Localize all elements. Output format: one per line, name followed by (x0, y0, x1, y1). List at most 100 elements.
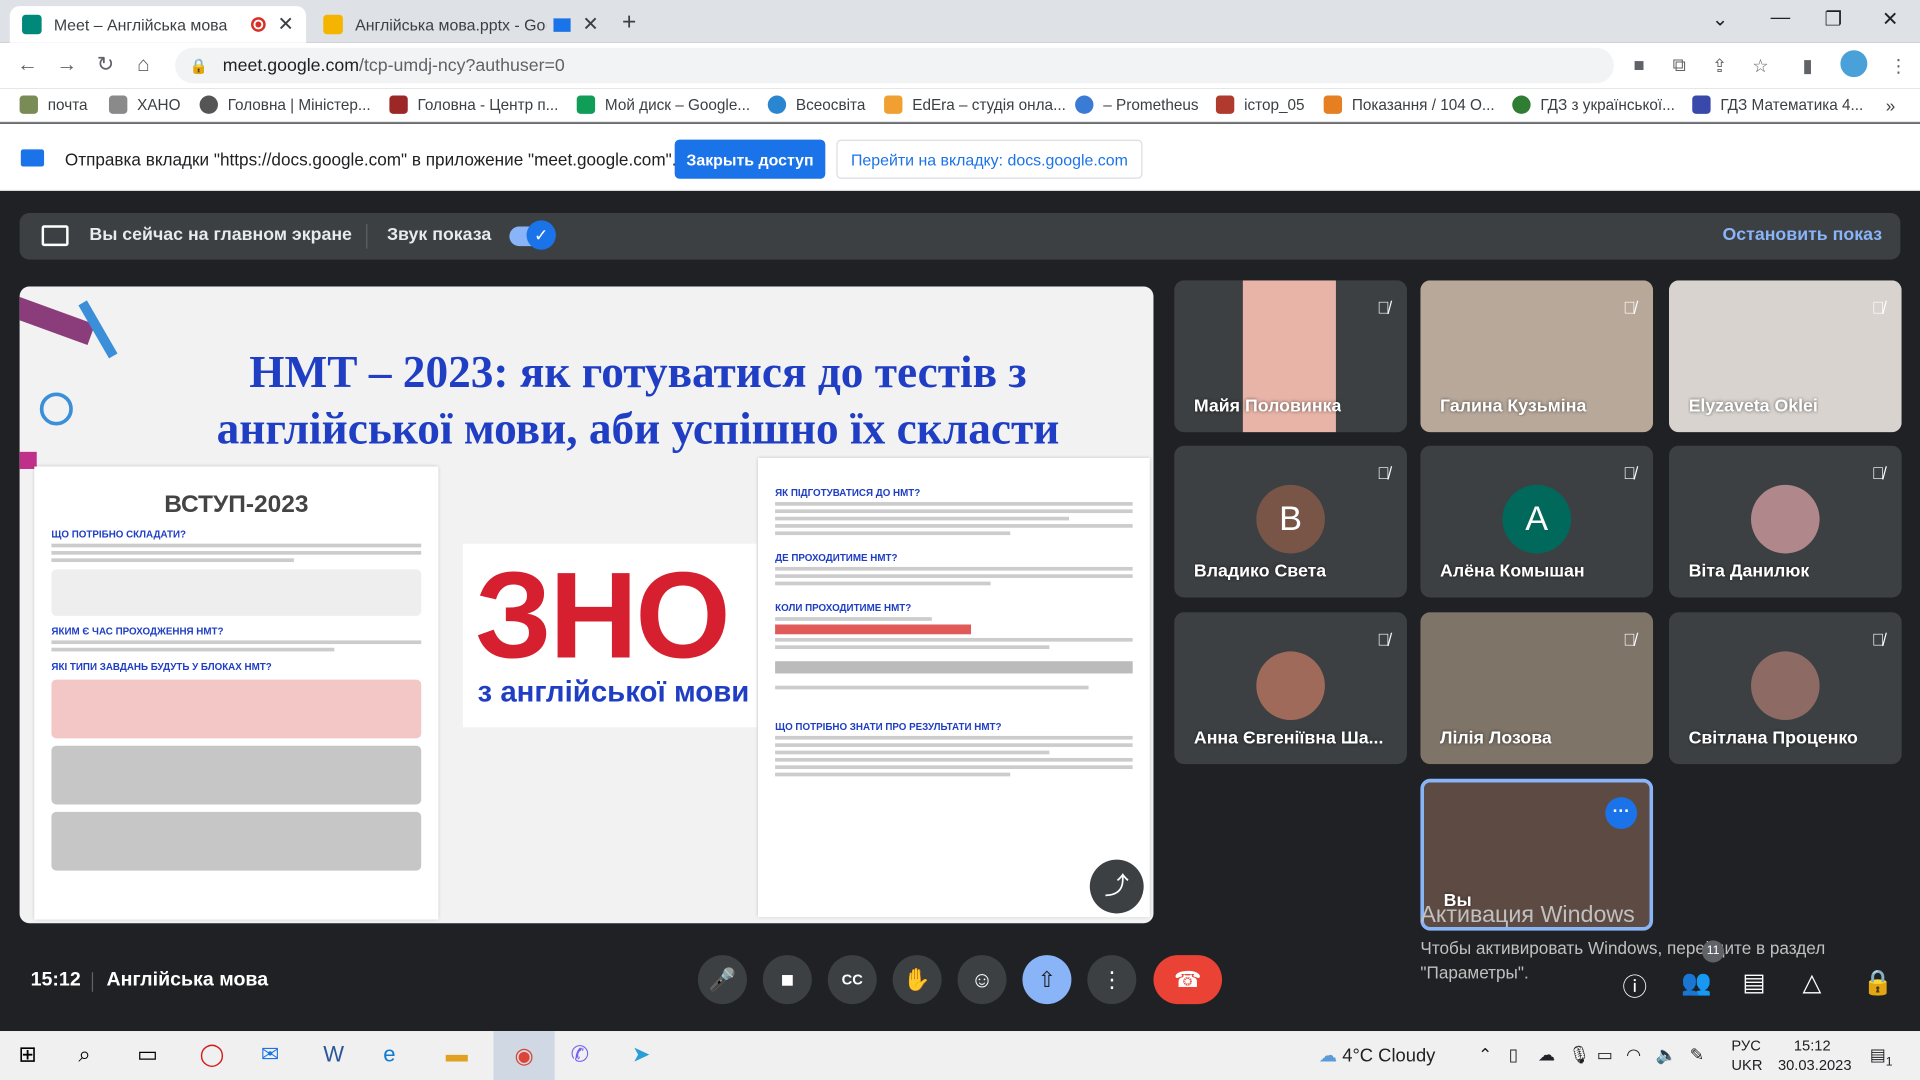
bookmark-item[interactable]: EdEra – студія онла... (884, 95, 1066, 114)
input-language[interactable]: РУС UKR (1731, 1036, 1762, 1075)
activities-icon[interactable]: △ (1802, 967, 1821, 998)
lock-icon[interactable]: 🔒 (190, 57, 208, 74)
reload-icon[interactable]: ↻ (97, 53, 114, 77)
mic-tray-icon[interactable]: 🎙 (1569, 1044, 1591, 1065)
share-icon[interactable]: ⇪ (1712, 55, 1727, 77)
close-tab-icon[interactable]: ✕ (582, 12, 598, 36)
more-options-icon[interactable]: ⋮ (1087, 955, 1137, 1005)
participant-tile[interactable]: 🎙̸ Elyzaveta Oklei (1668, 280, 1902, 433)
bookmark-favicon-icon (884, 95, 903, 114)
tray-chevron-icon[interactable]: ⌃ (1478, 1044, 1492, 1065)
onedrive-icon[interactable]: ☁ (1538, 1044, 1555, 1065)
bookmark-item[interactable]: істор_05 (1215, 95, 1305, 114)
people-icon[interactable]: 👥 (1681, 967, 1711, 998)
participant-tile[interactable]: 🎙̸ Віта Данилюк (1668, 445, 1902, 598)
mail-icon[interactable]: ✉ (261, 1042, 279, 1068)
participant-tile[interactable]: 🎙̸ Галина Кузьміна (1420, 280, 1654, 433)
emoji-icon[interactable]: ☺ (957, 955, 1007, 1005)
viber-icon[interactable]: ✆ (571, 1042, 589, 1068)
forward-icon[interactable]: → (56, 53, 77, 77)
bookmark-item[interactable]: Головна | Міністер... (199, 95, 371, 114)
participant-tile[interactable]: А 🎙̸ Алёна Комышан (1420, 445, 1654, 598)
tab-meet[interactable]: Meet – Англійська мова ✕ (9, 6, 307, 43)
captions-icon[interactable]: CC (827, 955, 877, 1005)
address-bar[interactable]: 🔒 meet.google.com/tcp-umdj-ncy?authuser=… (175, 47, 1614, 84)
participant-tile[interactable]: В 🎙̸ Владико Света (1174, 445, 1407, 598)
goto-tab-button[interactable]: Перейти на вкладку: docs.google.com (836, 139, 1143, 179)
close-tab-icon[interactable]: ✕ (277, 12, 293, 36)
battery-icon[interactable]: ▭ (1597, 1044, 1613, 1065)
participant-name: Elyzaveta Oklei (1688, 396, 1818, 417)
menu-kebab-icon[interactable]: ⋮ (1889, 55, 1907, 77)
wifi-icon[interactable]: ◠ (1626, 1044, 1641, 1065)
mic-muted-icon: 🎙̸ (1623, 629, 1636, 649)
bookmark-item[interactable]: почта (19, 95, 88, 114)
tab-slides[interactable]: Англійська мова.pptx - Goo ✕ (311, 6, 611, 43)
edge-icon[interactable]: e (383, 1042, 395, 1068)
tab-search-chevron-icon[interactable]: ⌄ (1712, 7, 1728, 31)
notifications-icon[interactable]: ▤ (1870, 1044, 1886, 1065)
infographic-left: ВСТУП-2023 ЩО ПОТРІБНО СКЛАДАТИ? ЯКИМ Є … (34, 466, 439, 920)
close-window-icon[interactable]: ✕ (1882, 7, 1898, 31)
meeting-time: 15:12 (30, 969, 81, 991)
bookmarks-bar: почта ХАНО Головна | Міністер... Головна… (0, 88, 1920, 123)
bookmark-item[interactable]: ХАНО (108, 95, 181, 114)
close-access-button[interactable]: Закрыть доступ (674, 139, 826, 179)
share-icon[interactable]: ⤴ (1089, 859, 1144, 914)
windows-start-icon[interactable]: ⊞ (18, 1042, 36, 1068)
mic-muted-icon: 🎙̸ (1871, 629, 1885, 649)
recording-indicator-icon (250, 17, 266, 32)
opera-icon[interactable]: ◯ (200, 1042, 225, 1068)
meeting-details-icon[interactable]: ⓘ (1622, 967, 1646, 1003)
word-icon[interactable]: W (323, 1042, 344, 1068)
side-panel-icon[interactable]: ▮ (1802, 55, 1812, 77)
bookmark-item[interactable]: Головна - Центр п... (389, 95, 558, 114)
bookmark-item[interactable]: ГДЗ Математика 4... (1692, 95, 1863, 114)
chat-icon[interactable]: ▤ (1742, 967, 1765, 998)
tray-app-icon[interactable]: ▯ (1509, 1044, 1518, 1065)
more-options-icon[interactable]: ··· (1605, 797, 1638, 829)
microphone-icon[interactable]: 🎤 (697, 955, 747, 1005)
profile-avatar[interactable] (1840, 50, 1868, 78)
participant-tile[interactable]: 🎙̸ Анна Євгеніївна Ша... (1174, 612, 1407, 765)
camera-in-use-icon[interactable]: ■ (1633, 55, 1644, 76)
more-bookmarks-icon[interactable]: » (1886, 96, 1896, 116)
search-icon[interactable]: ⌕ (78, 1042, 90, 1068)
participant-photo (1256, 651, 1325, 721)
telegram-icon[interactable]: ➤ (632, 1042, 650, 1068)
minimize-icon[interactable]: — (1771, 7, 1791, 29)
bookmark-favicon-icon (767, 95, 787, 114)
leave-call-icon[interactable]: ☎ (1153, 955, 1223, 1005)
bookmark-star-icon[interactable]: ☆ (1752, 55, 1768, 77)
raise-hand-icon[interactable]: ✋ (892, 955, 942, 1005)
new-tab-icon[interactable]: + (622, 9, 636, 37)
pen-icon[interactable]: ✎ (1690, 1044, 1704, 1065)
task-view-icon[interactable]: ▭ (137, 1042, 158, 1068)
bookmark-item[interactable]: Показання / 104 О... (1323, 95, 1495, 114)
system-clock[interactable]: 15:12 30.03.2023 (1778, 1036, 1852, 1075)
maximize-icon[interactable]: ❐ (1824, 7, 1842, 31)
home-icon[interactable]: ⌂ (137, 53, 150, 77)
file-explorer-icon[interactable]: ▬ (446, 1042, 468, 1068)
bookmark-item[interactable]: – Prometheus (1075, 95, 1199, 114)
meet-favicon-icon (22, 14, 42, 35)
back-icon[interactable]: ← (17, 53, 38, 77)
chrome-icon[interactable]: ◉ (493, 1031, 555, 1080)
bookmark-item[interactable]: Всеосвіта (767, 95, 865, 114)
participant-tile[interactable]: 🎙̸ Лілія Лозова (1420, 612, 1654, 765)
infographic-section: ЩО ПОТРІБНО ЗНАТИ ПРО РЕЗУЛЬТАТИ НМТ? (775, 721, 1002, 733)
weather-widget[interactable]: ☁ 4°C Cloudy (1319, 1044, 1436, 1067)
open-in-window-icon[interactable]: ⧉ (1673, 55, 1686, 76)
stop-presenting-button[interactable]: Остановить показ (1722, 225, 1882, 245)
camera-icon[interactable]: ■ (762, 955, 812, 1005)
participant-tile[interactable]: 🎙̸ Майя Половинка (1174, 280, 1407, 433)
participant-tile[interactable]: 🎙̸ Світлана Проценко (1668, 612, 1902, 765)
present-now-icon[interactable]: ⇧ (1022, 955, 1072, 1005)
host-controls-icon[interactable]: 🔒 (1862, 967, 1892, 998)
bookmark-item[interactable]: Мой диск – Google... (576, 95, 750, 114)
zno-logo: ЗНО з англійської мови (462, 543, 757, 728)
mic-muted-icon: 🎙̸ (1376, 629, 1390, 649)
infographic-section: ЯКІ ТИПИ ЗАВДАНЬ БУДУТЬ У БЛОКАХ НМТ? (51, 661, 272, 673)
bookmark-item[interactable]: ГДЗ з української... (1512, 95, 1675, 114)
volume-icon[interactable]: 🔈 (1656, 1044, 1677, 1065)
